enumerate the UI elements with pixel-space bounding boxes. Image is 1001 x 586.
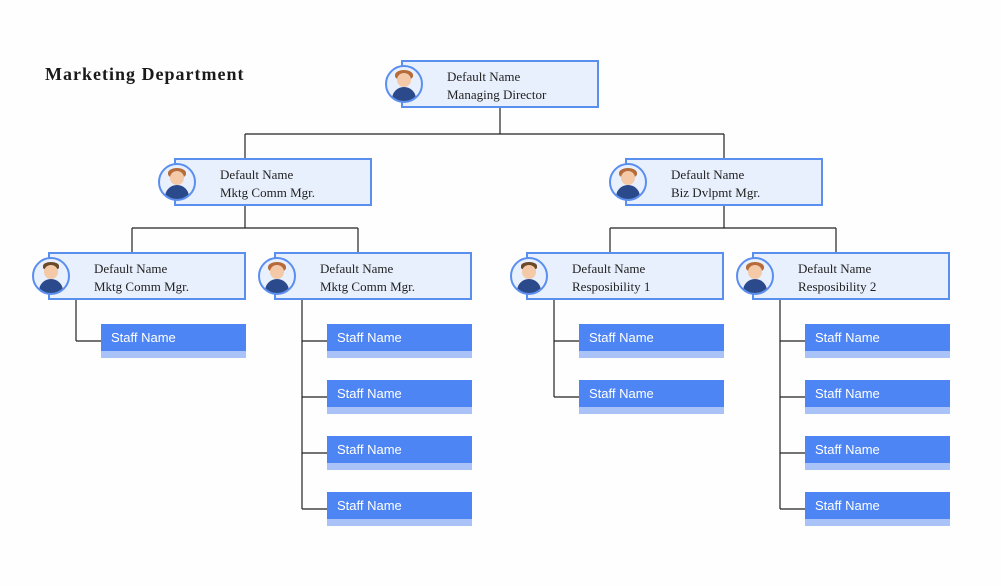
staff-label: Staff Name	[337, 442, 402, 457]
staff-label: Staff Name	[337, 498, 402, 513]
l3-role: Resposibility 2	[798, 279, 876, 294]
root-name: Default Name	[447, 69, 520, 84]
staff-box: Staff Name	[805, 492, 950, 526]
staff-label: Staff Name	[589, 330, 654, 345]
staff-box: Staff Name	[579, 380, 724, 414]
l3-node-3: Default Name Resposibility 2	[752, 252, 950, 300]
l3-name: Default Name	[572, 261, 645, 276]
staff-label: Staff Name	[111, 330, 176, 345]
avatar-icon	[385, 65, 423, 103]
staff-label: Staff Name	[337, 386, 402, 401]
root-text: Default Name Managing Director	[447, 68, 546, 104]
root-role: Managing Director	[447, 87, 546, 102]
avatar-icon	[258, 257, 296, 295]
staff-box: Staff Name	[579, 324, 724, 358]
l3-text: Default Name Resposibility 2	[798, 260, 876, 296]
l3-name: Default Name	[320, 261, 393, 276]
org-chart-canvas: Marketing Department	[0, 0, 1001, 586]
root-node: Default Name Managing Director	[401, 60, 599, 108]
l3-text: Default Name Mktg Comm Mgr.	[94, 260, 189, 296]
l3-name: Default Name	[798, 261, 871, 276]
l2-name: Default Name	[220, 167, 293, 182]
l2-node-0: Default Name Mktg Comm Mgr.	[174, 158, 372, 206]
l3-role: Resposibility 1	[572, 279, 650, 294]
avatar-icon	[32, 257, 70, 295]
l2-text: Default Name Mktg Comm Mgr.	[220, 166, 315, 202]
staff-box: Staff Name	[327, 380, 472, 414]
l3-name: Default Name	[94, 261, 167, 276]
staff-box: Staff Name	[327, 324, 472, 358]
l3-node-2: Default Name Resposibility 1	[526, 252, 724, 300]
l2-node-1: Default Name Biz Dvlpmt Mgr.	[625, 158, 823, 206]
staff-box: Staff Name	[805, 324, 950, 358]
l2-role: Mktg Comm Mgr.	[220, 185, 315, 200]
l3-role: Mktg Comm Mgr.	[94, 279, 189, 294]
staff-box: Staff Name	[327, 436, 472, 470]
staff-label: Staff Name	[815, 330, 880, 345]
avatar-icon	[158, 163, 196, 201]
l2-name: Default Name	[671, 167, 744, 182]
staff-box: Staff Name	[327, 492, 472, 526]
avatar-icon	[736, 257, 774, 295]
staff-box: Staff Name	[101, 324, 246, 358]
staff-label: Staff Name	[589, 386, 654, 401]
l3-node-1: Default Name Mktg Comm Mgr.	[274, 252, 472, 300]
avatar-icon	[609, 163, 647, 201]
chart-title: Marketing Department	[45, 64, 244, 85]
l3-role: Mktg Comm Mgr.	[320, 279, 415, 294]
l2-role: Biz Dvlpmt Mgr.	[671, 185, 760, 200]
staff-box: Staff Name	[805, 380, 950, 414]
staff-label: Staff Name	[815, 442, 880, 457]
l3-text: Default Name Resposibility 1	[572, 260, 650, 296]
staff-label: Staff Name	[337, 330, 402, 345]
l3-text: Default Name Mktg Comm Mgr.	[320, 260, 415, 296]
staff-label: Staff Name	[815, 498, 880, 513]
staff-box: Staff Name	[805, 436, 950, 470]
l2-text: Default Name Biz Dvlpmt Mgr.	[671, 166, 760, 202]
avatar-icon	[510, 257, 548, 295]
staff-label: Staff Name	[815, 386, 880, 401]
l3-node-0: Default Name Mktg Comm Mgr.	[48, 252, 246, 300]
